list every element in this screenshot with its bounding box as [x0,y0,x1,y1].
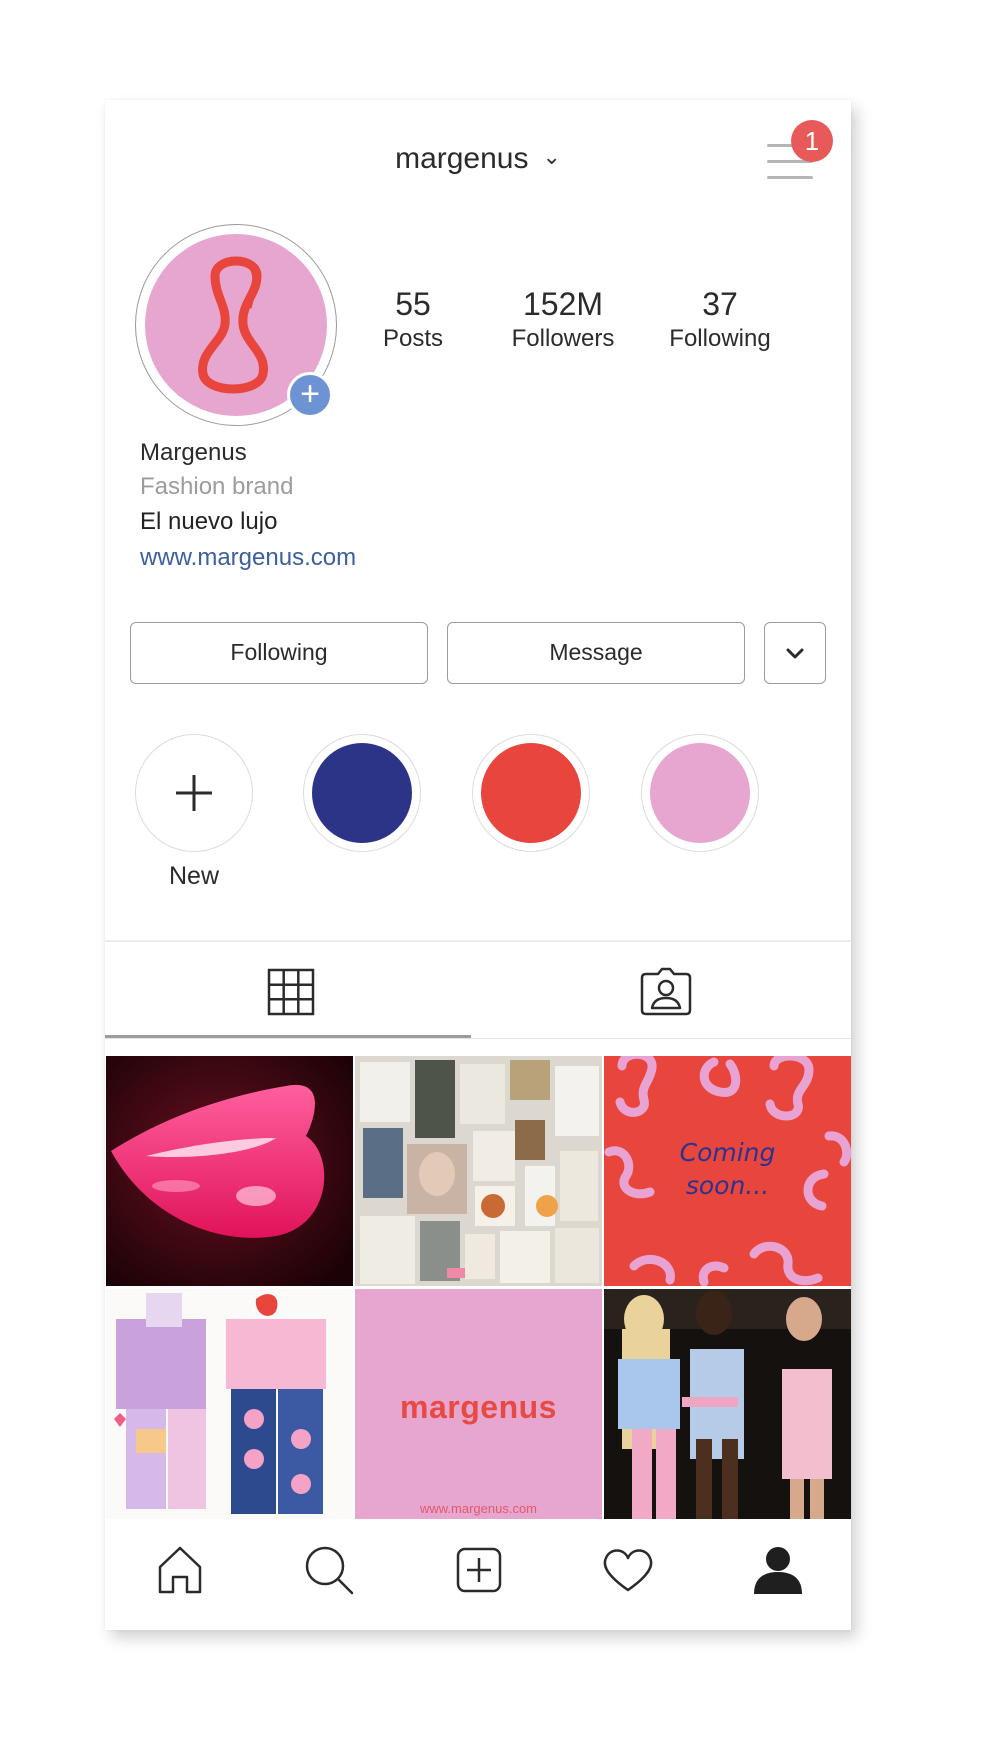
nav-activity[interactable] [598,1540,658,1600]
story-highlight[interactable] [641,734,759,852]
brand-wordmark: margenus [400,1389,557,1425]
username: margenus [395,142,529,175]
suggested-dropdown-button[interactable] [764,622,826,684]
posts-count-label: Posts [382,325,444,352]
post-thumbnail[interactable] [106,1056,353,1286]
notification-badge: 1 [791,120,833,162]
chevron-down-icon [786,648,804,659]
profile-tagline: El nuevo lujo [140,508,278,535]
profile-category: Fashion brand [140,473,294,500]
following-count-label: Following [669,325,771,352]
search-icon [305,1546,354,1595]
add-post-icon [456,1547,502,1593]
posts-count[interactable]: 55 Posts [353,285,473,355]
post-thumbnail[interactable]: Coming soon... [604,1056,851,1286]
phone-frame: margenus ⌄ 1 + 55 Posts 152M Followers 37… [105,100,851,1630]
coming-soon-text: Coming soon... [604,1136,851,1202]
following-count[interactable]: 37 Following [645,285,795,355]
post-thumbnail[interactable] [604,1289,851,1519]
fashion-illustration [106,1289,353,1519]
username-switcher[interactable]: margenus ⌄ [105,142,851,176]
nav-search[interactable] [299,1540,359,1600]
chevron-down-icon: ⌄ [542,144,561,169]
highlight-cover [481,743,581,843]
profile-icon [754,1547,802,1594]
heart-icon [603,1549,653,1592]
posts-count-value: 55 [395,286,431,322]
coming-soon-line1: Coming [679,1138,776,1167]
story-highlight[interactable] [472,734,590,852]
bottom-navigation [105,1520,851,1630]
runway-photo [604,1289,851,1519]
nav-add-post[interactable] [449,1540,509,1600]
post-thumbnail[interactable]: margenus www.margenus.com [355,1289,602,1519]
nav-profile[interactable] [748,1540,808,1600]
profile-name: Margenus [140,439,247,466]
followers-count-label: Followers [511,325,615,352]
profile-bio: Margenus Fashion brand El nuevo lujo www… [140,436,356,576]
profile-header: margenus ⌄ 1 [105,100,851,210]
nav-home[interactable] [150,1540,210,1600]
menu-line [767,176,813,179]
followers-count-value: 152M [522,286,604,322]
tab-tagged[interactable] [478,942,851,1040]
new-highlight-label: New [168,862,219,890]
profile-website-link[interactable]: www.margenus.com [140,540,356,576]
new-highlight-button[interactable] [135,734,253,852]
divider [105,1038,851,1039]
message-button[interactable]: Message [447,622,745,684]
post-thumbnail[interactable] [106,1289,353,1519]
post-thumbnail[interactable] [355,1056,602,1286]
followers-count[interactable]: 152M Followers [483,285,643,355]
tab-posts-grid[interactable] [105,942,478,1040]
add-story-button[interactable]: + [287,372,333,418]
home-icon [158,1546,202,1594]
tagged-person-icon [640,967,692,1016]
following-button[interactable]: Following [130,622,428,684]
brand-url-text: www.margenus.com [419,1501,538,1516]
following-count-value: 37 [702,286,738,322]
plus-icon [176,775,212,811]
highlight-cover [650,743,750,843]
highlight-cover [312,743,412,843]
moodboard-photo [355,1056,602,1286]
coming-soon-line2: soon... [685,1171,770,1200]
grid-icon [267,968,315,1016]
lips-photo [106,1056,353,1286]
story-highlight[interactable] [303,734,421,852]
